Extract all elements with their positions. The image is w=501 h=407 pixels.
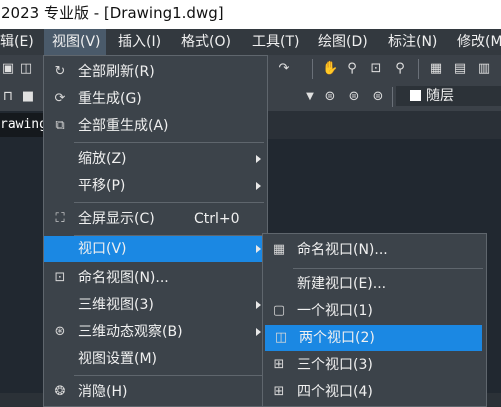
- menu-separator: [74, 375, 264, 376]
- layer-isolate-icon[interactable]: ⊜: [370, 89, 386, 105]
- color-swatch-icon: [410, 90, 421, 101]
- four-viewports-icon: ⊞: [273, 384, 285, 399]
- menu-item-named-viewports[interactable]: ▦ 命名视口(N)...: [263, 237, 486, 263]
- document-tab[interactable]: rawing: [0, 113, 44, 137]
- match-layer-icon[interactable]: ⊜: [322, 89, 338, 105]
- submenu-arrow-icon: [256, 245, 261, 253]
- menu-item-new-viewports[interactable]: 新建视口(E)...: [263, 271, 486, 297]
- refresh-icon: ↻: [54, 64, 66, 79]
- menu-item-two-viewports[interactable]: ◫ 两个视口(2): [265, 325, 482, 351]
- zoom-previous-icon[interactable]: ⚲: [392, 61, 408, 77]
- save-icon[interactable]: ▣: [0, 61, 16, 77]
- menu-item-named-views[interactable]: ⊡ 命名视图(N)...: [44, 265, 267, 291]
- color-combo[interactable]: 随层: [396, 86, 501, 106]
- submenu-arrow-icon: [256, 328, 261, 336]
- viewports-submenu: ▦ 命名视口(N)... 新建视口(E)... ▢ 一个视口(1) ◫ 两个视口…: [262, 233, 487, 407]
- menu-item-3d-orbit[interactable]: ⊛ 三维动态观察(B): [44, 319, 267, 345]
- view-dropdown-menu: ↻ 全部刷新(R) ⟳ 重生成(G) ⧉ 全部重生成(A) 缩放(Z) 平移(P…: [43, 55, 268, 407]
- submenu-arrow-icon: [256, 155, 261, 163]
- menu-item-view-settings[interactable]: 视图设置(M): [44, 346, 267, 372]
- layer-color-icon[interactable]: ■: [20, 89, 36, 105]
- color-combo-label: 随层: [426, 88, 454, 104]
- submenu-arrow-icon: [256, 301, 261, 309]
- submenu-arrow-icon: [256, 182, 261, 190]
- menu-separator: [293, 268, 483, 269]
- named-viewport-icon: ▦: [272, 242, 286, 257]
- lock-icon[interactable]: ⊓: [0, 89, 16, 105]
- tool-palette-icon[interactable]: ▥: [476, 61, 492, 77]
- menu-tools[interactable]: 工具(T): [252, 29, 299, 55]
- menu-item-pan[interactable]: 平移(P): [44, 173, 267, 199]
- menu-bar: 辑(E) 视图(V) 插入(I) 格式(O) 工具(T) 绘图(D) 标注(N)…: [0, 29, 501, 55]
- menu-separator: [74, 142, 264, 143]
- zoom-realtime-icon[interactable]: ⚲: [344, 61, 360, 77]
- menu-item-four-viewports[interactable]: ⊞ 四个视口(4): [263, 379, 486, 405]
- properties-icon[interactable]: ▦: [428, 61, 444, 77]
- menu-item-hide[interactable]: ❂ 消隐(H): [44, 379, 267, 405]
- toolbar-separator: [312, 59, 313, 79]
- menu-item-zoom[interactable]: 缩放(Z): [44, 146, 267, 172]
- zoom-window-icon[interactable]: ⊡: [368, 61, 384, 77]
- menu-item-viewports[interactable]: 视口(V): [44, 236, 267, 262]
- toolbar-separator: [392, 87, 393, 107]
- redo-icon[interactable]: ↷: [276, 61, 292, 77]
- two-viewports-icon: ◫: [274, 330, 288, 345]
- hide-icon: ❂: [54, 384, 66, 399]
- layers-icon[interactable]: ◫: [18, 61, 34, 77]
- chevron-down-icon[interactable]: ▼: [302, 89, 318, 105]
- menu-item-3d-views[interactable]: 三维视图(3): [44, 292, 267, 318]
- fullscreen-icon: ⛶: [55, 211, 65, 226]
- menu-draw[interactable]: 绘图(D): [318, 29, 368, 55]
- window-title: 2023 专业版 - [Drawing1.dwg]: [1, 4, 224, 22]
- shortcut-label: Ctrl+0: [194, 211, 240, 227]
- menu-item-three-viewports[interactable]: ⊞ 三个视口(3): [263, 352, 486, 378]
- pan-icon[interactable]: ✋: [322, 61, 338, 77]
- menu-edit[interactable]: 辑(E): [0, 29, 34, 55]
- toolbar-separator: [418, 59, 419, 79]
- named-view-icon: ⊡: [54, 270, 66, 285]
- three-viewports-icon: ⊞: [273, 357, 285, 372]
- menu-item-regen[interactable]: ⟳ 重生成(G): [44, 86, 267, 112]
- menu-item-fullscreen[interactable]: ⛶ 全屏显示(C) Ctrl+0: [44, 206, 267, 232]
- regen-all-icon: ⧉: [55, 118, 65, 133]
- regen-icon: ⟳: [54, 91, 66, 106]
- menu-item-refresh-all[interactable]: ↻ 全部刷新(R): [44, 59, 267, 85]
- menu-item-one-viewport[interactable]: ▢ 一个视口(1): [263, 298, 486, 324]
- orbit-icon: ⊛: [54, 324, 66, 339]
- menu-view[interactable]: 视图(V): [44, 29, 106, 55]
- layer-previous-icon[interactable]: ⊜: [346, 89, 362, 105]
- menu-separator: [74, 202, 264, 203]
- title-bar: 2023 专业版 - [Drawing1.dwg]: [0, 0, 501, 29]
- menu-item-regen-all[interactable]: ⧉ 全部重生成(A): [44, 113, 267, 139]
- menu-format[interactable]: 格式(O): [181, 29, 231, 55]
- design-center-icon[interactable]: ▤: [452, 61, 468, 77]
- menu-insert[interactable]: 插入(I): [118, 29, 161, 55]
- menu-dimension[interactable]: 标注(N): [388, 29, 437, 55]
- one-viewport-icon: ▢: [272, 303, 286, 318]
- menu-modify[interactable]: 修改(M: [457, 29, 501, 55]
